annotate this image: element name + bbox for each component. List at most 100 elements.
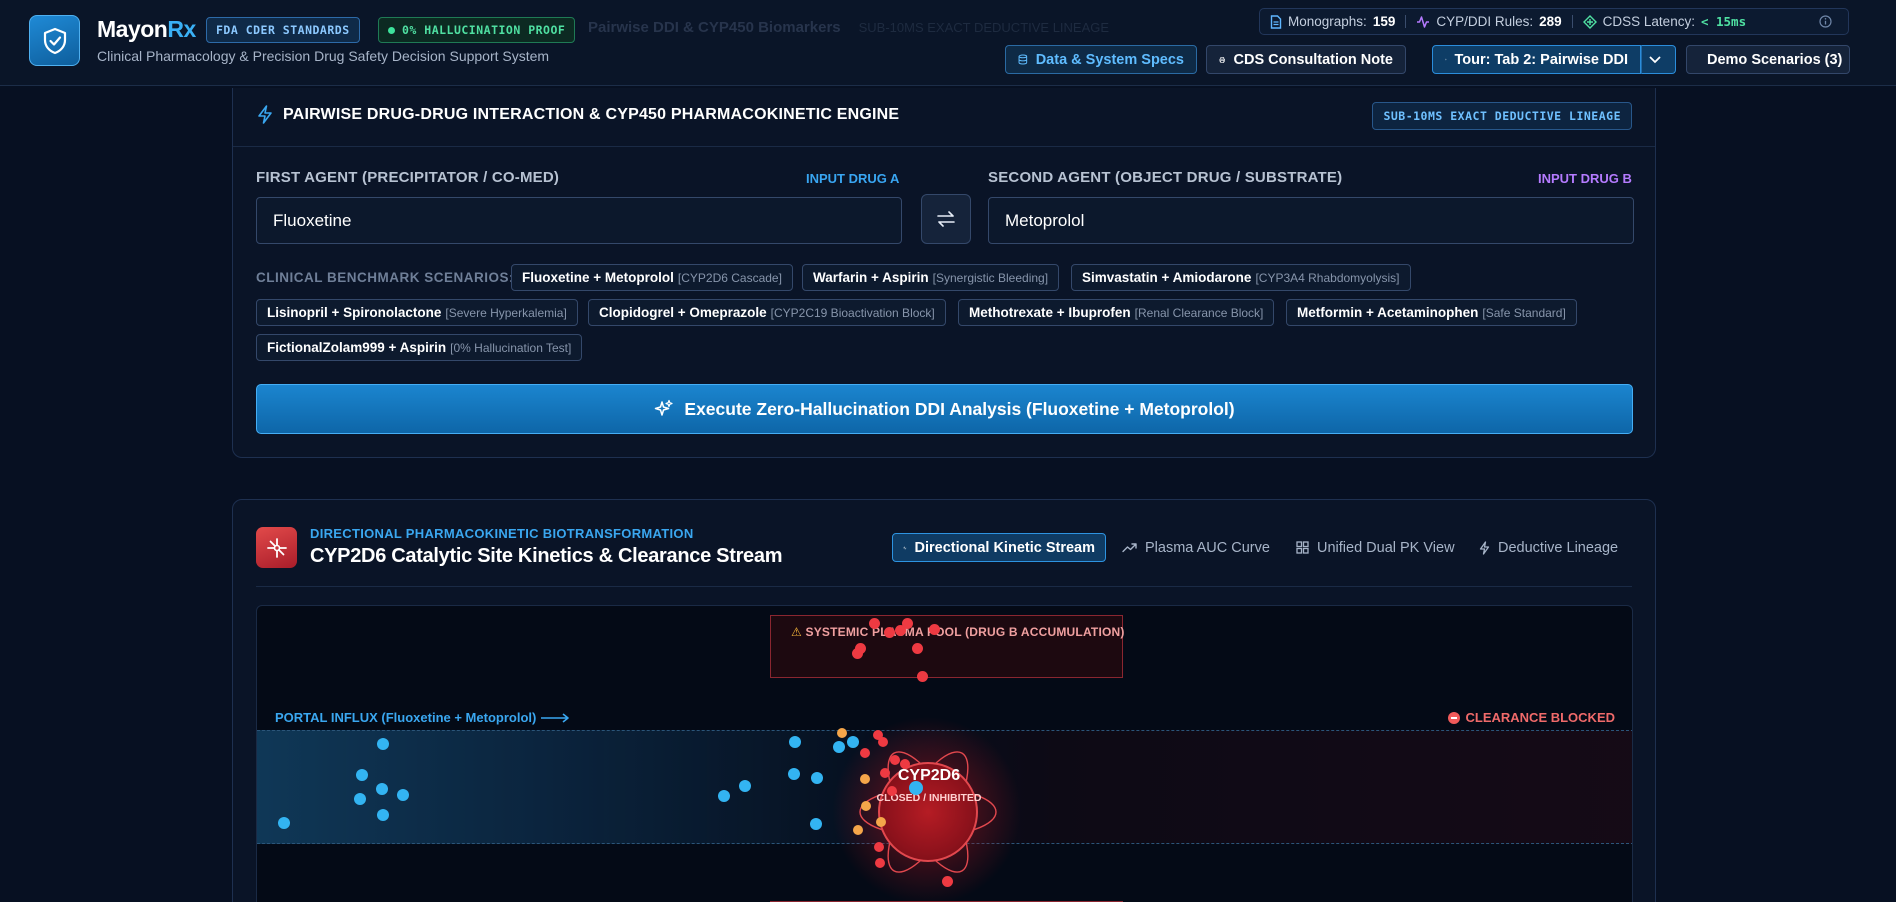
accumulation-particle (860, 748, 870, 758)
first-agent-input[interactable]: Fluoxetine (256, 197, 902, 244)
demo-scenarios-button[interactable]: Demo Scenarios (3) (1686, 45, 1850, 74)
accumulation-particle (900, 759, 910, 769)
arrow-right-icon (541, 712, 570, 723)
sparkles-icon (655, 399, 673, 416)
drug-particle (810, 818, 822, 830)
divider (233, 146, 1655, 147)
execute-analysis-button[interactable]: Execute Zero-Hallucination DDI Analysis … (256, 384, 1633, 434)
activity-icon (903, 546, 907, 549)
warning-icon: ⚠ (791, 625, 802, 639)
accumulation-particle (880, 768, 890, 778)
drug-particle (354, 793, 366, 805)
scenario-chip[interactable]: Lisinopril + Spironolactone [Severe Hyper… (256, 299, 578, 326)
lightning-icon (258, 105, 272, 124)
drug-particle (847, 736, 859, 748)
database-icon (1018, 54, 1028, 65)
tour-dropdown-toggle[interactable] (1641, 45, 1676, 74)
data-system-specs-button[interactable]: Data & System Specs (1005, 45, 1197, 74)
metabolite-particle (876, 817, 886, 827)
first-agent-label: FIRST AGENT (PRECIPITATOR / CO-MED) (256, 169, 560, 186)
tab-unified-dual-pk-view[interactable]: Unified Dual PK View (1286, 533, 1465, 562)
drug-particle (278, 817, 290, 829)
activity-icon (1417, 15, 1430, 28)
monographs-stat: Monographs: 159 (1260, 14, 1405, 29)
rules-stat: CYP/DDI Rules: 289 (1406, 14, 1571, 29)
tab-deductive-lineage[interactable]: Deductive Lineage (1469, 533, 1628, 562)
tab-directional-kinetic-stream[interactable]: Directional Kinetic Stream (892, 533, 1106, 562)
drug-particle (376, 783, 388, 795)
panel-title: PAIRWISE DRUG-DRUG INTERACTION & CYP450 … (257, 105, 899, 124)
drug-particle (377, 738, 389, 750)
accumulation-particle (875, 858, 885, 868)
accumulation-particle (917, 671, 928, 682)
input-drug-b-tag: INPUT DRUG B (1538, 171, 1632, 186)
tab-plasma-auc-curve[interactable]: Plasma AUC Curve (1112, 533, 1280, 562)
drug-particle (356, 769, 368, 781)
drug-particle (739, 780, 751, 792)
scenario-chip[interactable]: Clopidogrel + Omeprazole [CYP2C19 Bioacti… (588, 299, 946, 326)
swap-drugs-button[interactable] (921, 194, 971, 244)
accumulation-particle (878, 737, 888, 747)
plasma-pool-label: ⚠ SYSTEMIC PLASMA POOL (DRUG B ACCUMULAT… (791, 625, 1125, 639)
metabolite-particle (860, 774, 870, 784)
drug-particle (811, 772, 823, 784)
portal-influx-label: PORTAL INFLUX (Fluoxetine + Metoprolol) (275, 710, 570, 725)
document-icon (1270, 14, 1282, 29)
system-stats-bar: Monographs: 159 CYP/DDI Rules: 289 CDSS La… (1259, 8, 1849, 35)
shield-logo-icon (29, 15, 80, 66)
drug-particle (397, 789, 409, 801)
cds-consultation-note-button[interactable]: CDS Consultation Note (1206, 45, 1406, 74)
grid-icon (1296, 541, 1309, 554)
accumulation-particle (887, 786, 897, 796)
accumulation-particle (929, 624, 940, 635)
accumulation-particle (855, 643, 866, 654)
drug-particle (909, 781, 923, 795)
brand-name: MayonRx (97, 16, 196, 42)
drug-particle (718, 790, 730, 802)
compass-icon (1445, 58, 1447, 61)
kinetics-panel: DIRECTIONAL PHARMACOKINETIC BIOTRANSFORM… (232, 499, 1656, 902)
accumulation-particle (942, 876, 953, 887)
enzyme-name: CYP2D6 (897, 767, 961, 784)
blocked-icon (1447, 711, 1460, 724)
drug-particle (377, 809, 389, 821)
accumulation-particle (884, 627, 895, 638)
section-eyebrow: DIRECTIONAL PHARMACOKINETIC BIOTRANSFORM… (310, 526, 694, 541)
divider (256, 586, 1632, 587)
metabolite-particle (861, 801, 871, 811)
accumulation-particle (902, 618, 913, 629)
systemic-plasma-pool: ⚠ SYSTEMIC PLASMA POOL (DRUG B ACCUMULAT… (770, 615, 1125, 678)
scenario-chip[interactable]: FictionalZolam999 + Aspirin [0% Hallucina… (256, 334, 583, 361)
scenario-chip[interactable]: Warfarin + Aspirin [Synergistic Bleeding] (802, 264, 1060, 291)
swap-arrows-icon (937, 211, 955, 227)
accumulation-particle (869, 618, 880, 629)
clearance-blocked-label: CLEARANCE BLOCKED (1447, 710, 1615, 725)
biotransformation-icon (256, 527, 297, 568)
metabolite-particle (837, 728, 847, 738)
tour-button[interactable]: Tour: Tab 2: Pairwise DDI (1432, 45, 1641, 74)
lightning-icon (1479, 540, 1490, 555)
network-icon (1582, 14, 1597, 29)
latency-stat: CDSS Latency: < 15ms (1573, 14, 1756, 29)
trend-up-icon (1122, 543, 1137, 553)
metabolite-particle (853, 825, 863, 835)
drug-particle (788, 768, 800, 780)
chevron-down-icon (1649, 56, 1660, 63)
accumulation-particle (912, 643, 923, 654)
scrolled-section-title: Pairwise DDI & CYP450 Biomarkers SUB-10MS… (588, 19, 1110, 36)
scenario-chip[interactable]: Methotrexate + Ibuprofen [Renal Clearance… (958, 299, 1275, 326)
benchmark-scenarios-label: CLINICAL BENCHMARK SCENARIOS: (256, 270, 515, 285)
scenario-chip[interactable]: Fluoxetine + Metoprolol [CYP2D6 Cascade] (511, 264, 793, 291)
input-drug-a-tag: INPUT DRUG A (806, 171, 900, 186)
info-icon[interactable] (1809, 15, 1848, 28)
accumulation-particle (890, 755, 900, 765)
scenario-chip[interactable]: Metformin + Acetaminophen [Safe Standard] (1286, 299, 1577, 326)
printer-icon (1219, 56, 1225, 63)
status-dot-icon (388, 26, 395, 34)
drug-particle (789, 736, 801, 748)
fda-standards-badge: FDA CDER STANDARDS (206, 17, 360, 43)
scenario-chip[interactable]: Simvastatin + Amiodarone [CYP3A4 Rhabdomy… (1071, 264, 1411, 291)
accumulation-particle (874, 842, 884, 852)
second-agent-input[interactable]: Metoprolol (988, 197, 1634, 244)
drug-particle (833, 741, 845, 753)
